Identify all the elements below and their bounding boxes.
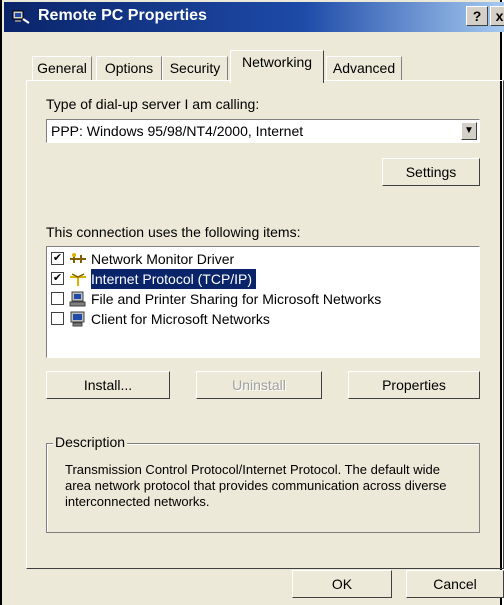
checkbox[interactable] [51,312,64,325]
protocol-icon [70,273,86,286]
file-printer-sharing-icon [69,291,86,307]
close-button[interactable]: x [490,6,504,26]
components-list[interactable]: ✔ Network Monitor Driver ✔ Internet Prot… [46,246,480,358]
help-button[interactable]: ? [466,6,488,26]
items-label: This connection uses the following items… [46,224,301,240]
tab-networking[interactable]: Networking [230,50,324,83]
client-computer-icon [70,311,85,327]
checkbox[interactable] [51,292,64,305]
list-item[interactable]: ✔ Network Monitor Driver [49,249,477,269]
item-label: File and Printer Sharing for Microsoft N… [91,291,382,307]
checkbox[interactable]: ✔ [51,252,64,265]
description-group: Description Transmission Control Protoco… [46,434,480,533]
server-type-value: PPP: Windows 95/98/NT4/2000, Internet [51,123,304,139]
tab-options[interactable]: Options [96,56,162,80]
checkbox[interactable]: ✔ [51,272,64,285]
description-title: Description [53,434,128,450]
properties-dialog: Remote PC Properties ? x General Options… [0,0,504,605]
install-button[interactable]: Install... [46,371,170,399]
description-text: Transmission Control Protocol/Internet P… [65,462,447,509]
chevron-down-icon[interactable]: ▼ [461,122,477,140]
uninstall-button[interactable]: Uninstall [196,371,322,399]
list-item[interactable]: Client for Microsoft Networks [49,309,477,329]
server-type-select[interactable]: PPP: Windows 95/98/NT4/2000, Internet ▼ [46,119,480,143]
title-bar[interactable]: Remote PC Properties ? x [4,2,504,32]
properties-button[interactable]: Properties [348,371,480,399]
item-label: Network Monitor Driver [91,251,235,267]
item-label: Client for Microsoft Networks [91,311,270,327]
network-driver-icon [70,253,86,263]
list-item[interactable]: ✔ Internet Protocol (TCP/IP) [49,269,477,289]
tab-security[interactable]: Security [162,56,228,80]
server-type-label: Type of dial-up server I am calling: [46,96,260,112]
tab-general[interactable]: General [32,56,92,80]
tab-advanced[interactable]: Advanced [326,56,402,80]
list-item[interactable]: File and Printer Sharing for Microsoft N… [49,289,477,309]
cancel-button[interactable]: Cancel [406,570,504,598]
ok-button[interactable]: OK [292,570,392,598]
settings-button[interactable]: Settings [382,158,480,186]
network-connection-icon [12,10,30,24]
item-label: Internet Protocol (TCP/IP) [91,269,257,289]
window-title: Remote PC Properties [38,7,207,24]
